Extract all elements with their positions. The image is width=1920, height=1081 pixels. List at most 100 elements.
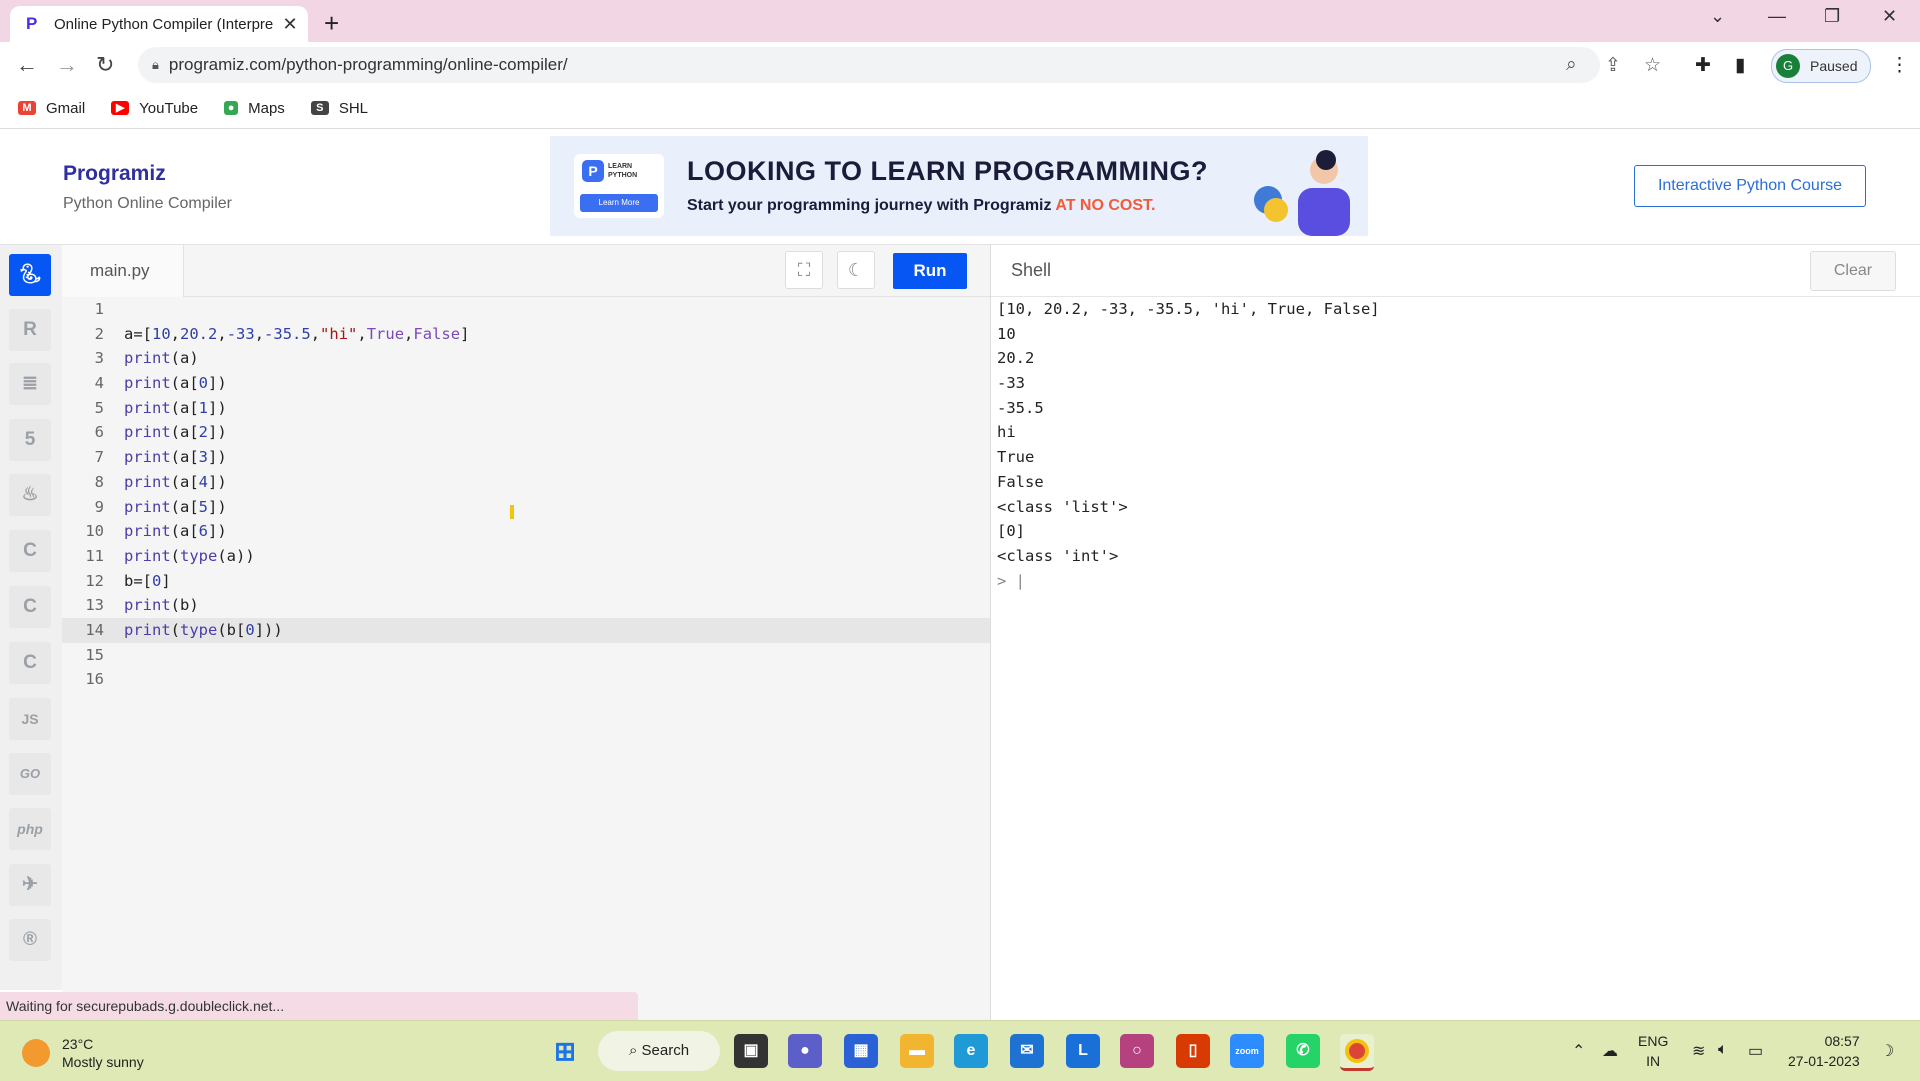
new-tab-button[interactable]: + <box>324 8 339 39</box>
swift-icon[interactable]: ✈ <box>9 864 51 906</box>
code-line[interactable]: 1 <box>62 297 990 322</box>
file-explorer-icon[interactable]: ▬ <box>900 1034 934 1068</box>
code-text: print(a[2]) <box>124 423 227 442</box>
code-line[interactable]: 15 <box>62 643 990 668</box>
lock-icon[interactable]: 🔒︎ <box>152 57 159 73</box>
browser-tab[interactable]: P Online Python Compiler (Interpre ✕ <box>10 6 308 42</box>
volume-icon[interactable]: 🔈︎ <box>1718 1041 1728 1059</box>
banner-badge-text: LEARN PYTHON <box>608 163 638 179</box>
rust-icon[interactable]: ® <box>9 919 51 961</box>
mail-icon[interactable]: ✉ <box>1010 1034 1044 1068</box>
code-line[interactable]: 5 print(a[1]) <box>62 396 990 421</box>
file-tab-main-py[interactable]: main.py <box>62 245 184 297</box>
js-icon[interactable]: JS <box>9 698 51 740</box>
code-line[interactable]: 6 print(a[2]) <box>62 420 990 445</box>
wifi-icon[interactable]: ≋ <box>1692 1041 1705 1061</box>
fullscreen-icon[interactable]: ⛶ <box>785 251 823 289</box>
c-icon[interactable]: C <box>9 530 51 572</box>
bookmark-label: YouTube <box>139 99 199 117</box>
bookmark-gmail[interactable]: M Gmail <box>18 100 85 117</box>
java-icon[interactable]: ♨ <box>9 474 51 516</box>
restore-button[interactable]: ❐ <box>1824 6 1840 27</box>
code-line[interactable]: 13 print(b) <box>62 593 990 618</box>
browser-status-bar: Waiting for securepubads.g.doubleclick.n… <box>0 992 638 1020</box>
battery-icon[interactable]: ▭ <box>1748 1041 1763 1061</box>
python-icon[interactable]: 🐍︎ <box>9 254 51 296</box>
code-text: print(a[0]) <box>124 374 227 393</box>
code-line[interactable]: 10 print(a[6]) <box>62 519 990 544</box>
code-line[interactable]: 12 b=[0] <box>62 569 990 594</box>
dark-mode-icon[interactable]: ☾ <box>837 251 875 289</box>
csharp-icon[interactable]: C <box>9 642 51 684</box>
shell-prompt[interactable]: > | <box>997 569 1380 594</box>
html5-icon[interactable]: 5 <box>9 419 51 461</box>
weather-condition: Mostly sunny <box>62 1054 144 1070</box>
share-icon[interactable]: ⇪ <box>1605 54 1621 77</box>
system-clock[interactable]: 08:57 27-01-2023 <box>1788 1031 1860 1071</box>
ad-banner[interactable]: P LEARN PYTHON Learn More LOOKING TO LEAR… <box>550 136 1368 236</box>
temperature: 23°C <box>62 1036 94 1052</box>
shell-output[interactable]: [10, 20.2, -33, -35.5, 'hi', True, False… <box>997 297 1380 593</box>
teams-chat-icon[interactable]: ● <box>788 1034 822 1068</box>
clear-button[interactable]: Clear <box>1810 251 1896 291</box>
cpp-icon[interactable]: C <box>9 586 51 628</box>
address-bar[interactable]: 🔒︎ programiz.com/python-programming/onli… <box>138 47 1661 83</box>
zoom-icon[interactable]: ⌕ <box>1566 54 1577 76</box>
banner-learn-more-button[interactable]: Learn More <box>580 194 658 212</box>
code-area[interactable]: 1 2 a=[10,20.2,-33,-35.5,"hi",True,False] 3… <box>62 297 990 692</box>
bookmark-shl[interactable]: S SHL <box>310 99 368 117</box>
task-view-icon[interactable]: ▣ <box>734 1034 768 1068</box>
programiz-logo[interactable]: Programiz <box>63 162 166 186</box>
programiz-p-icon: P <box>582 160 604 182</box>
l-app-icon[interactable]: L <box>1066 1034 1100 1068</box>
editor-header: main.py ⛶ ☾ Run <box>62 245 990 297</box>
tab-search-icon[interactable]: ⌄ <box>1710 6 1725 27</box>
office-icon[interactable]: ▯ <box>1176 1034 1210 1068</box>
reload-button[interactable]: ↻ <box>96 52 114 78</box>
code-line[interactable]: 3 print(a) <box>62 346 990 371</box>
chrome-icon[interactable] <box>1340 1034 1374 1071</box>
extensions-icon[interactable]: ✚ <box>1695 54 1711 77</box>
weather-widget[interactable]: 23°C Mostly sunny <box>22 1035 144 1071</box>
code-line[interactable]: 11 print(type(a)) <box>62 544 990 569</box>
code-line[interactable]: 2 a=[10,20.2,-33,-35.5,"hi",True,False] <box>62 322 990 347</box>
profile-button[interactable]: G Paused <box>1771 49 1871 83</box>
app-o-icon[interactable]: ○ <box>1120 1034 1154 1068</box>
tray-chevron-icon[interactable]: ⌃ <box>1572 1041 1585 1061</box>
code-line[interactable]: 7 print(a[3]) <box>62 445 990 470</box>
r-icon[interactable]: R <box>9 309 51 351</box>
code-line[interactable]: 8 print(a[4]) <box>62 470 990 495</box>
interactive-python-course-button[interactable]: Interactive Python Course <box>1634 165 1866 207</box>
edge-icon[interactable]: e <box>954 1034 988 1068</box>
back-button[interactable]: ← <box>16 52 38 78</box>
store-icon[interactable]: ▦ <box>844 1034 878 1068</box>
zoom-icon[interactable]: zoom <box>1230 1034 1264 1068</box>
windows-start-icon[interactable]: ⊞ <box>548 1034 582 1068</box>
go-icon[interactable]: GO <box>9 753 51 795</box>
code-line[interactable]: 9 print(a[5]) <box>62 495 990 520</box>
close-window-button[interactable]: ✕ <box>1882 6 1897 27</box>
bookmark-star-icon[interactable]: ☆ <box>1644 54 1661 77</box>
taskbar-search[interactable]: ⌕ Search <box>598 1031 720 1071</box>
bookmark-youtube[interactable]: ▶ YouTube <box>111 100 198 117</box>
php-icon[interactable]: php <box>9 808 51 850</box>
close-tab-icon[interactable]: ✕ <box>278 14 302 35</box>
code-text: print(a[5]) <box>124 497 227 516</box>
onedrive-icon[interactable]: ☁ <box>1602 1041 1618 1061</box>
bookmark-label: SHL <box>338 99 368 117</box>
code-line[interactable]: 14 print(type(b[0])) <box>62 617 990 643</box>
menu-kebab-icon[interactable]: ⋮ <box>1890 54 1909 77</box>
minimize-button[interactable]: — <box>1768 6 1786 27</box>
run-button[interactable]: Run <box>893 253 967 289</box>
page-subtitle: Python Online Compiler <box>63 195 232 212</box>
forward-button[interactable]: → <box>56 52 78 78</box>
bookmark-maps[interactable]: ● Maps <box>224 100 285 117</box>
code-line[interactable]: 16 <box>62 667 990 692</box>
code-line[interactable]: 4 print(a[0]) <box>62 371 990 396</box>
side-panel-icon[interactable]: ▮ <box>1735 54 1745 77</box>
database-icon[interactable]: ≣ <box>9 363 51 405</box>
code-text: print(type(a)) <box>124 546 255 565</box>
whatsapp-icon[interactable]: ✆ <box>1286 1034 1320 1068</box>
language-indicator[interactable]: ENG IN <box>1638 1031 1668 1071</box>
notifications-icon[interactable]: ☽ <box>1880 1041 1894 1061</box>
